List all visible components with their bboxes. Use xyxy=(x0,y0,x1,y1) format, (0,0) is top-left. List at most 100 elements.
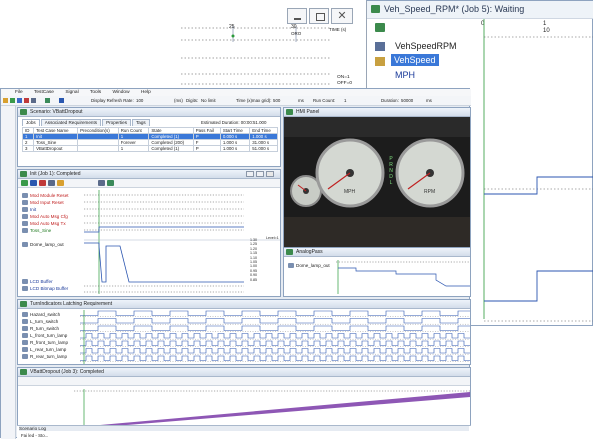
turn-signal-plot xyxy=(80,310,470,364)
marker-icon[interactable] xyxy=(57,180,64,186)
init-maximize-button[interactable] xyxy=(256,171,264,177)
zoom-in-icon[interactable] xyxy=(21,180,28,186)
list-item[interactable]: Init xyxy=(20,206,36,213)
signal-icon xyxy=(22,333,28,339)
scenario-title: Scenario: VBattDropout xyxy=(30,109,83,115)
rpm-gauge-label: RPM xyxy=(424,189,436,195)
menu-signal[interactable]: Signal xyxy=(65,90,78,95)
measure-icon[interactable] xyxy=(107,180,114,186)
menu-help[interactable]: Help xyxy=(141,90,151,95)
init-title-bar: Init (Job 1): Completed xyxy=(18,170,280,179)
list-item[interactable]: R_rear_turn_lamp xyxy=(20,353,67,360)
init-window-icon xyxy=(20,171,27,177)
buffer-icon xyxy=(22,286,28,292)
tab-properties[interactable]: Properties xyxy=(102,119,131,126)
list-item[interactable]: Mod Auto Msg Tx xyxy=(20,220,66,227)
main-toolbar: Display Refresh Rate: 100 (ms) Digits: N… xyxy=(1,96,471,106)
turn-signal-list: Hazard_switch L_turn_switch R_turn_switc… xyxy=(20,311,80,365)
hmi-dashboard xyxy=(284,117,470,247)
menu-file[interactable]: File xyxy=(15,90,23,95)
analog-signal-row[interactable]: Dome_lamp_out xyxy=(286,263,330,269)
signal-label: Toss_Sine xyxy=(30,228,52,233)
main-app-window: File TestCase Signal Tools Window Help D… xyxy=(0,88,471,440)
signal-label-vehspeed[interactable]: VehSpeed xyxy=(391,54,439,66)
digits-value[interactable]: No limit xyxy=(201,96,216,105)
off-label: OFF=0 xyxy=(337,81,353,86)
list-item[interactable]: LCD Buffer xyxy=(20,278,53,285)
signal-label-mph: MPH xyxy=(395,70,415,80)
menu-testcase[interactable]: TestCase xyxy=(34,90,54,95)
zoom-out-icon[interactable] xyxy=(30,180,37,186)
init-close-button[interactable] xyxy=(266,171,274,177)
cell xyxy=(77,145,119,152)
signal-label: R_front_turn_lamp xyxy=(30,340,69,345)
list-item[interactable]: Hazard_switch xyxy=(20,311,60,318)
list-item[interactable]: R_front_turn_lamp xyxy=(20,339,68,346)
menu-tools[interactable]: Tools xyxy=(90,90,101,95)
minimize-icon xyxy=(294,18,301,20)
gear-indicator: P R N D L xyxy=(387,156,395,186)
cell: 1.000 s xyxy=(219,145,251,152)
close-icon: ✕ xyxy=(337,10,347,22)
table-row[interactable]: 3 VBattDropout 1 Completed (1) P 1.000 s… xyxy=(21,145,278,152)
units-label: (ms) xyxy=(174,98,183,103)
list-item[interactable]: Mod Module Reset xyxy=(20,192,69,199)
signal-label: R_rear_turn_lamp xyxy=(30,354,68,359)
scenario-window-icon xyxy=(20,109,27,115)
init-signal-list: Mod Module Reset Mod Input Reset Init Mo… xyxy=(20,192,84,242)
cursor-icon[interactable] xyxy=(39,180,46,186)
window-title-bar: Veh_Speed_RPM* (Job 5): Waiting xyxy=(367,1,593,19)
estimated-duration: Estimated Duration: 00:00:51.000 xyxy=(201,120,267,125)
list-item[interactable]: Mod Auto Msg Cfg xyxy=(20,213,68,220)
turn-signal-wave xyxy=(80,325,470,331)
list-item[interactable]: LCD Bitmap Buffer xyxy=(20,285,68,292)
time-grid-value[interactable]: 500 xyxy=(273,96,280,105)
signal-icon xyxy=(22,347,28,353)
list-item[interactable]: L_rear_turn_lamp xyxy=(20,346,66,353)
duration-value[interactable]: 50000 xyxy=(401,96,413,105)
scenario-log-title: Scenario Log xyxy=(19,426,469,431)
list-item[interactable]: L_turn_switch xyxy=(20,318,58,325)
tab-tags[interactable]: Tags xyxy=(132,119,150,126)
list-item[interactable]: L_front_turn_lamp xyxy=(20,332,67,339)
buffer-list: LCD Buffer LCD Bitmap Buffer xyxy=(20,278,84,296)
analog-plot xyxy=(336,260,470,294)
cell: Completed (1) xyxy=(148,145,194,152)
toolbar-new-icon[interactable] xyxy=(3,98,8,103)
display-refresh-value[interactable]: 100 xyxy=(136,96,143,105)
analog-pass-window: AnalogPass Dome_lamp_out xyxy=(283,247,471,297)
toolbar-open-icon[interactable] xyxy=(10,98,15,103)
veh-toolbar-icon[interactable] xyxy=(375,23,385,32)
time-grid-label: Time (x)max grid): xyxy=(236,98,272,103)
list-item[interactable]: R_turn_switch xyxy=(20,325,59,332)
signal-label-vehspeedrpm[interactable]: VehSpeedRPM xyxy=(395,41,457,51)
gear-l: L xyxy=(389,180,393,186)
list-item[interactable]: Mod Input Reset xyxy=(20,199,64,206)
hmi-title: HMI Panel xyxy=(296,109,320,115)
tab-jobs[interactable]: Jobs xyxy=(22,119,40,126)
scenario-title-bar: Scenario: VBattDropout xyxy=(18,108,280,117)
scenario-window: Scenario: VBattDropout Jobs Associated Re… xyxy=(17,107,281,167)
list-item[interactable]: Toss_Sine xyxy=(20,227,51,234)
init-minimize-button[interactable] xyxy=(246,171,254,177)
menu-window[interactable]: Window xyxy=(112,90,129,95)
toolbar-run-icon[interactable] xyxy=(24,98,29,103)
buffer-label: LCD Bitmap Buffer xyxy=(30,286,69,291)
run-count-value[interactable]: 1 xyxy=(344,96,346,105)
toolbar-save-icon[interactable] xyxy=(17,98,22,103)
toolbar-stop-icon[interactable] xyxy=(31,98,36,103)
toolbar-chart-icon[interactable] xyxy=(59,98,64,103)
search-icon[interactable] xyxy=(98,180,105,186)
signal-icon xyxy=(22,354,28,360)
turn-title: TurnIndicators Latching Requirement xyxy=(30,301,113,307)
init-toolbar xyxy=(18,179,280,188)
tab-associated-requirements[interactable]: Associated Requirements xyxy=(40,119,102,126)
turn-window-icon xyxy=(20,301,27,307)
duration-units: ms xyxy=(426,98,432,103)
fit-icon[interactable] xyxy=(48,180,55,186)
signal-label: Mod Input Reset xyxy=(30,200,64,205)
toolbar-grid-icon[interactable] xyxy=(45,98,50,103)
turn-signal-wave xyxy=(80,348,470,354)
display-refresh-label: Display Refresh Rate: xyxy=(91,98,134,103)
signal-label: Mod Module Reset xyxy=(30,193,69,198)
